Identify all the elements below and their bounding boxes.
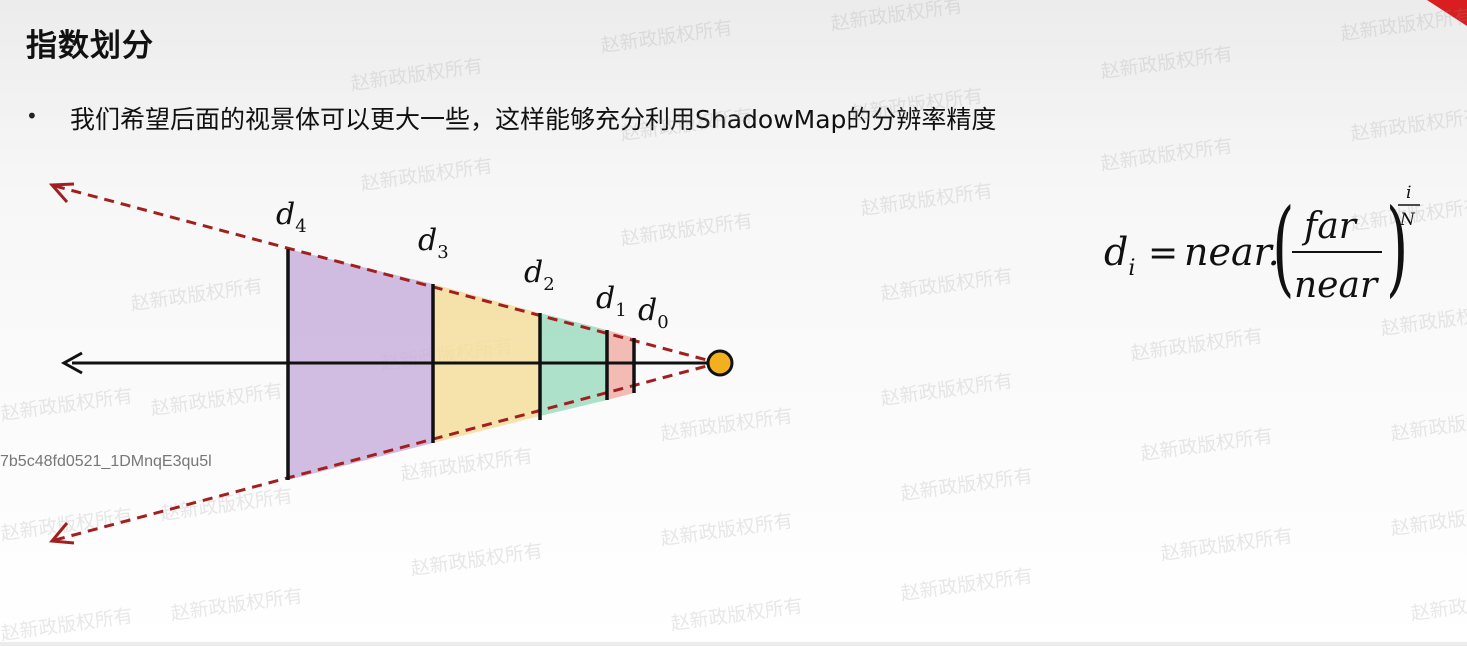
frustum-bottom-arrowhead — [49, 522, 75, 545]
slide-title: 指数划分 — [26, 28, 154, 64]
bullet-marker: • — [26, 104, 38, 128]
watermark-text: 赵新政版权所有 — [879, 369, 1015, 411]
watermark-text: 赵新政版权所有 — [669, 594, 805, 636]
watermark-text: 赵新政版权所有 — [1099, 134, 1235, 176]
watermark-text: 赵新政版权所有 — [1099, 42, 1235, 84]
watermark-text: 赵新政版权所有 — [1139, 424, 1275, 466]
watermark-text: 赵新政版权所有 — [1389, 499, 1467, 541]
watermark-text: 赵新政版权所有 — [829, 0, 965, 36]
watermark-text: 赵新政版权所有 — [1409, 584, 1467, 626]
label-d0: d0 — [638, 293, 669, 333]
corner-decoration — [1427, 0, 1467, 26]
formula-lhs: di — [1104, 230, 1135, 281]
formula-exp-numerator: i — [1406, 183, 1411, 203]
label-d1: d1 — [596, 281, 627, 321]
watermark-text: 赵新政版权所有 — [1129, 324, 1265, 366]
label-d3: d3 — [418, 223, 449, 263]
cascade-split-diagram: d4 d3 d2 d1 d0 — [48, 182, 734, 545]
watermark-text: 赵新政版权所有 — [1389, 404, 1467, 446]
label-d4: d4 — [276, 197, 307, 237]
watermark-text: 赵新政版权所有 — [1159, 524, 1295, 566]
formula-denominator: near — [1294, 265, 1379, 306]
slide: 指数划分 • 我们希望后面的视景体可以更大一些，这样能够充分利用ShadowMa… — [0, 0, 1467, 645]
formula-numerator: far — [1301, 206, 1358, 247]
watermark-text: 赵新政版权所有 — [899, 464, 1035, 506]
formula-left-paren: ( — [1272, 186, 1294, 307]
formula-equals: = — [1148, 233, 1178, 274]
watermark-text: 赵新政版权所有 — [1349, 104, 1467, 146]
label-d2: d2 — [524, 255, 555, 295]
formula-near-term: near. — [1184, 230, 1280, 274]
camera-point — [706, 349, 734, 377]
exponential-split-formula: di = near. ( far near ) i N — [1104, 183, 1420, 308]
watermark-text: 赵新政版权所有 — [169, 584, 305, 626]
watermark-text: 赵新政版权所有 — [879, 264, 1015, 306]
watermark-text: 赵新政版权所有 — [0, 604, 135, 646]
watermark-text: 赵新政版权所有 — [599, 16, 735, 58]
watermark-text: 赵新政版权所有 — [899, 564, 1035, 606]
watermark-text: 赵新政版权所有 — [349, 54, 485, 96]
formula-exp-denominator: N — [1399, 210, 1416, 230]
bullet-text: 我们希望后面的视景体可以更大一些，这样能够充分利用ShadowMap的分辨率精度 — [70, 105, 997, 134]
watermark-text: 赵新政版权所有 — [859, 179, 995, 221]
